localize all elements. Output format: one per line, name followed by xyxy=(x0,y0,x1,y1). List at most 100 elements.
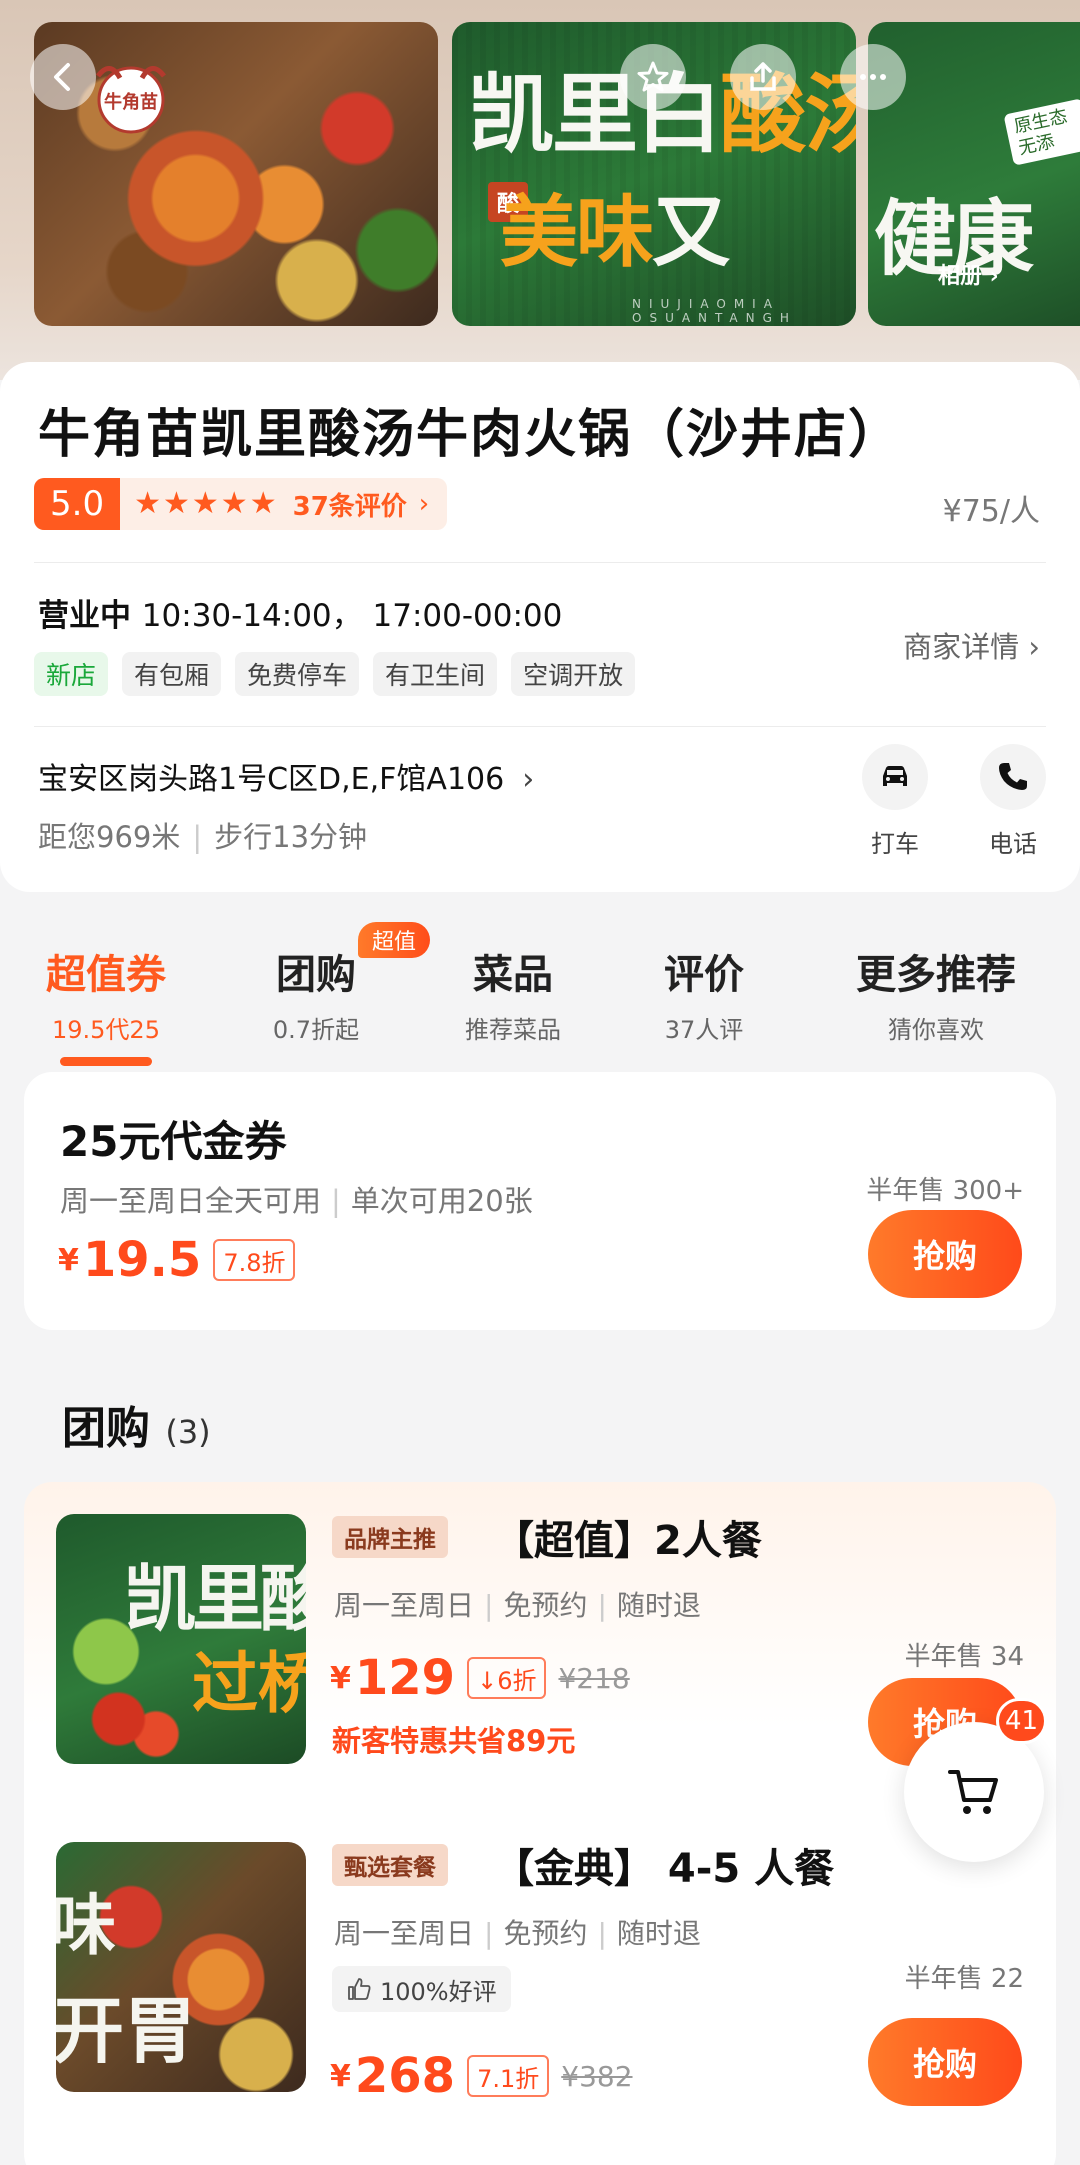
new-customer-saving: 新客特惠共省89元 xyxy=(332,1724,576,1758)
tab-dishes[interactable]: 菜品 推荐菜品 xyxy=(448,942,578,1045)
group-buy-title: 团购 xyxy=(62,1403,150,1454)
deal-tag: 甄选套餐 xyxy=(332,1844,448,1886)
chevron-right-icon: › xyxy=(522,762,535,797)
sold-count: 半年售 22 xyxy=(904,1964,1024,1994)
business-hours: 营业中 10:30-14:00， 17:00-00:00 xyxy=(38,590,562,635)
voucher-usage-limit: 单次可用20张 xyxy=(350,1184,533,1218)
business-status: 营业中 xyxy=(38,598,131,634)
voucher-title: 25元代金券 xyxy=(60,1117,287,1166)
deal-term: 随时退 xyxy=(616,1589,701,1622)
group-buy-list: 凯里酸 过桥 品牌主推 【超值】2人餐 周一至周日 | 免预约 | 随时退 ¥ 129 … xyxy=(24,1482,1056,2165)
tab-title: 更多推荐 xyxy=(856,952,1016,998)
divider xyxy=(34,726,1046,727)
taxi-icon-wrap xyxy=(862,744,928,810)
tag-air-conditioning: 空调开放 xyxy=(511,652,636,696)
price-value: 268 xyxy=(354,2048,456,2104)
poster-badge: 原生态 无添 xyxy=(1003,98,1080,166)
tag-private-room: 有包厢 xyxy=(122,652,222,696)
back-button[interactable] xyxy=(30,44,96,110)
review-count: 37条评价 xyxy=(292,491,407,522)
sold-count: 半年售 300+ xyxy=(866,1176,1024,1206)
group-buy-count: (3) xyxy=(165,1413,211,1451)
tab-more-recommend[interactable]: 更多推荐 猜你喜欢 xyxy=(836,942,1036,1045)
discount-badge: 7.1折 xyxy=(467,2055,550,2097)
hours-value: 10:30-14:00， 17:00-00:00 xyxy=(141,598,563,634)
star-outline-icon xyxy=(637,61,669,92)
star-icon: ★ xyxy=(162,486,190,521)
currency-symbol: ¥ xyxy=(330,1660,351,1696)
currency-symbol: ¥ xyxy=(58,1242,79,1278)
currency-symbol: ¥ xyxy=(330,2058,351,2094)
discount-badge: ↓6折 xyxy=(467,1657,547,1699)
deal-term: 随时退 xyxy=(616,1917,701,1950)
voucher-usage: 周一至周日全天可用 | 单次可用20张 xyxy=(60,1184,533,1218)
tab-subtitle: 37人评 xyxy=(664,1016,744,1044)
favorite-button[interactable] xyxy=(620,44,686,110)
deal-terms: 周一至周日 | 免预约 | 随时退 xyxy=(334,1917,701,1950)
star-icon: ★ xyxy=(249,486,277,521)
taxi-button[interactable]: 打车 xyxy=(850,744,940,859)
cart-icon xyxy=(948,1770,998,1814)
discount-badge: 7.8折 xyxy=(213,1239,296,1281)
deal-image[interactable]: 凯里酸 过桥 xyxy=(56,1514,306,1764)
tab-subtitle: 19.5代25 xyxy=(52,1016,160,1044)
deal-item[interactable]: 凯里酸 过桥 品牌主推 【超值】2人餐 周一至周日 | 免预约 | 随时退 ¥ 129 … xyxy=(24,1482,1056,1766)
tag-free-parking: 免费停车 xyxy=(235,652,360,696)
voucher-price: ¥ 19.5 7.8折 xyxy=(58,1232,296,1288)
share-button[interactable] xyxy=(730,44,796,110)
deal-image-text: 过桥 xyxy=(192,1645,306,1722)
call-button[interactable]: 电话 xyxy=(968,744,1058,859)
merchant-detail-link[interactable]: 商家详情 › xyxy=(903,624,1040,666)
rating-summary[interactable]: 5.0 ★ ★ ★ ★ ★ 37条评价 › xyxy=(34,478,448,530)
shop-info-card: 牛角苗凯里酸汤牛肉火锅（沙井店） 5.0 ★ ★ ★ ★ ★ 37条评价 › ¥… xyxy=(0,362,1080,892)
thumbs-up-icon xyxy=(348,1978,371,2000)
price-per-person: ¥75/人 xyxy=(942,494,1040,529)
more-button[interactable] xyxy=(840,44,906,110)
tab-subtitle: 0.7折起 xyxy=(272,1016,360,1044)
deal-term: 周一至周日 xyxy=(334,1589,475,1622)
tab-voucher[interactable]: 超值券 19.5代25 xyxy=(36,942,176,1066)
deal-title: 【金典】 4-5 人餐 xyxy=(494,1846,835,1892)
taxi-label: 打车 xyxy=(871,830,919,858)
deal-item[interactable]: 味 开胃 甄选套餐 【金典】 4-5 人餐 周一至周日 | 免预约 | 随时退 100%… xyxy=(24,1810,1056,2106)
walk-time: 步行13分钟 xyxy=(214,820,368,854)
call-label: 电话 xyxy=(989,830,1037,858)
photo-gallery[interactable]: 牛角苗 凯里白酸汤 酸 美味又 NIUJIAOMIA OSUANTANGH 原生… xyxy=(0,0,1080,380)
chevron-right-icon: › xyxy=(418,489,430,519)
star-icon: ★ xyxy=(134,486,161,521)
star-icon: ★ xyxy=(220,486,248,521)
deal-buy-button[interactable]: 抢购 xyxy=(868,2018,1022,2106)
deal-tag: 品牌主推 xyxy=(332,1516,448,1558)
sold-count: 半年售 34 xyxy=(904,1642,1024,1672)
deal-term: 周一至周日 xyxy=(334,1917,475,1950)
shop-address[interactable]: 宝安区岗头路1号C区D,E,F馆A106 › xyxy=(38,754,534,798)
voucher-usage-days: 周一至周日全天可用 xyxy=(60,1184,322,1218)
album-link[interactable]: 相册 › xyxy=(938,258,999,290)
price-value: 129 xyxy=(354,1650,456,1706)
praise-rate: 100%好评 xyxy=(332,1966,511,2012)
tab-subtitle: 推荐菜品 xyxy=(465,1016,561,1044)
tag-restroom: 有卫生间 xyxy=(373,652,498,696)
distance-text: 距您969米 xyxy=(38,820,181,854)
deal-term: 免预约 xyxy=(503,1589,588,1622)
poster-subtitle: NIUJIAOMIA OSUANTANGH xyxy=(632,297,797,325)
tab-reviews[interactable]: 评价 37人评 xyxy=(644,942,764,1045)
back-arrow-icon xyxy=(54,63,70,91)
brand-logo: 牛角苗 xyxy=(96,66,166,134)
star-icon: ★ xyxy=(191,486,219,521)
section-tabs: 超值券 19.5代25 团购 0.7折起 超值 菜品 推荐菜品 评价 37人评 … xyxy=(0,922,1080,1066)
star-rating: ★ ★ ★ ★ ★ xyxy=(134,489,279,519)
original-price: ¥218 xyxy=(558,1661,630,1695)
deal-image-text: 味 xyxy=(56,1887,116,1964)
deal-image[interactable]: 味 开胃 xyxy=(56,1842,306,2092)
tab-active-indicator xyxy=(60,1057,152,1066)
voucher-buy-button[interactable]: 抢购 xyxy=(868,1210,1022,1298)
call-icon-wrap xyxy=(980,744,1046,810)
car-icon xyxy=(883,766,907,786)
tab-title: 评价 xyxy=(664,952,744,998)
deal-title: 【超值】2人餐 xyxy=(494,1518,762,1564)
share-icon xyxy=(750,62,776,91)
rating-score: 5.0 xyxy=(34,478,121,530)
voucher-card[interactable]: 25元代金券 周一至周日全天可用 | 单次可用20张 ¥ 19.5 7.8折 半年售… xyxy=(24,1072,1056,1330)
group-buy-heading: 团购 (3) xyxy=(62,1392,211,1456)
